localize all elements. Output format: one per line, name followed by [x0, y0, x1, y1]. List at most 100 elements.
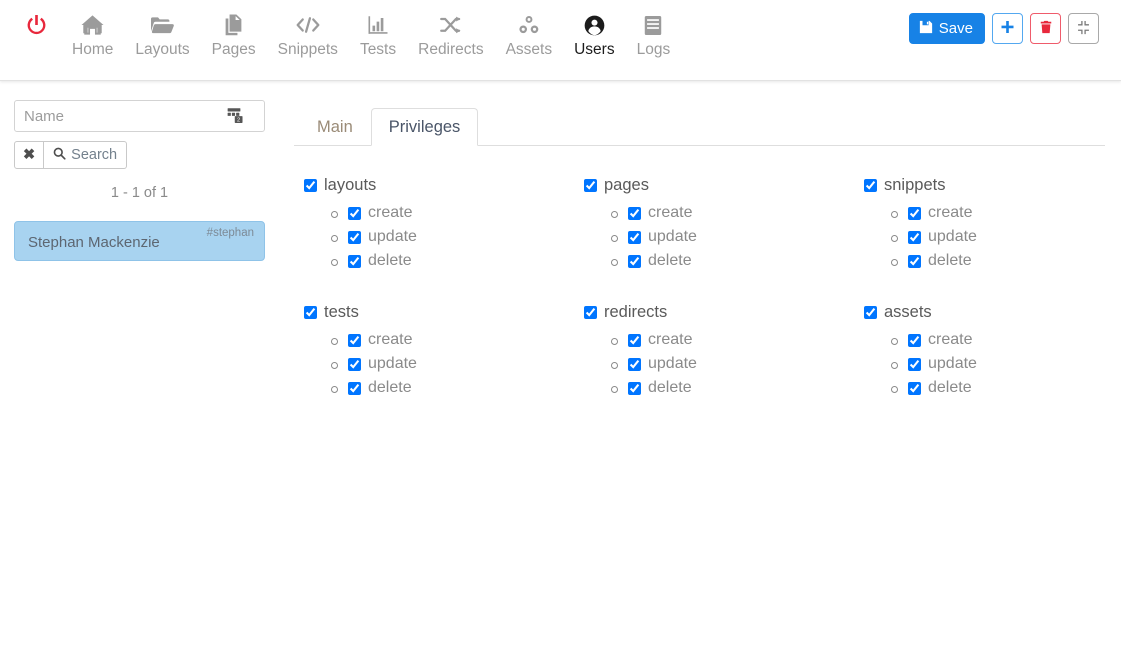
privilege-group-label: layouts — [324, 176, 376, 195]
nav-item-redirects[interactable]: Redirects — [407, 12, 494, 59]
checkbox-assets-delete[interactable] — [908, 382, 921, 395]
code-icon — [296, 12, 320, 38]
privilege-action-label: delete — [368, 379, 412, 397]
checkbox-tests[interactable] — [304, 306, 317, 319]
nav-item-logs[interactable]: Logs — [626, 12, 682, 59]
checkbox-assets-update[interactable] — [908, 358, 921, 371]
checkbox-snippets-delete[interactable] — [908, 255, 921, 268]
compress-button[interactable] — [1068, 13, 1099, 44]
cubes-icon — [518, 12, 540, 38]
checkbox-layouts-create[interactable] — [348, 207, 361, 220]
nav-item-label: Layouts — [135, 41, 189, 59]
search-input[interactable] — [14, 100, 265, 132]
privilege-action-label: create — [928, 331, 972, 349]
checkbox-tests-create[interactable] — [348, 334, 361, 347]
privilege-group-header: layouts — [304, 176, 584, 195]
list-item-tag: #stephan — [207, 227, 254, 239]
nav-item-tests[interactable]: Tests — [349, 12, 407, 59]
nav-item-snippets[interactable]: Snippets — [267, 12, 349, 59]
privilege-group-header: tests — [304, 303, 584, 322]
checkbox-redirects-update[interactable] — [628, 358, 641, 371]
privilege-action-label: delete — [928, 379, 972, 397]
nav-item-label: Redirects — [418, 41, 483, 59]
nav-item-label: Assets — [506, 41, 553, 59]
privilege-group-tests: tests createupdatedelete — [304, 303, 584, 400]
privilege-action-list: createupdatedelete — [304, 328, 584, 400]
checkbox-snippets-create[interactable] — [908, 207, 921, 220]
privilege-action-label: update — [928, 355, 977, 373]
page-body: 2 ✖ Search 1 - 1 of 1 Stephan Mackenzie#… — [0, 81, 1121, 648]
list-item: create — [606, 328, 864, 352]
list-item: create — [886, 328, 1105, 352]
privilege-group-header: redirects — [584, 303, 864, 322]
checkbox-pages[interactable] — [584, 179, 597, 192]
checkbox-snippets-update[interactable] — [908, 231, 921, 244]
clear-search-button[interactable]: ✖ — [14, 141, 44, 169]
checkbox-tests-delete[interactable] — [348, 382, 361, 395]
delete-button[interactable] — [1030, 13, 1061, 44]
checkbox-pages-create[interactable] — [628, 207, 641, 220]
checkbox-layouts[interactable] — [304, 179, 317, 192]
nav-item-label: Pages — [212, 41, 256, 59]
list-item-name: Stephan Mackenzie — [28, 234, 160, 251]
checkbox-assets-create[interactable] — [908, 334, 921, 347]
checkbox-pages-delete[interactable] — [628, 255, 641, 268]
privilege-group-label: pages — [604, 176, 649, 195]
checkbox-assets[interactable] — [864, 306, 877, 319]
nav-item-layouts[interactable]: Layouts — [124, 12, 200, 59]
checkbox-pages-update[interactable] — [628, 231, 641, 244]
list-item: delete — [886, 249, 1105, 273]
search-button[interactable]: Search — [44, 141, 127, 169]
privilege-group-redirects: redirects create updatedelete — [584, 303, 864, 400]
list-item: create — [606, 201, 864, 225]
list-item: delete — [326, 249, 584, 273]
privilege-group-label: snippets — [884, 176, 945, 195]
list-item: delete — [326, 376, 584, 400]
list-item: update — [606, 225, 864, 249]
privilege-action-label: delete — [928, 252, 972, 270]
nav-item-home[interactable]: Home — [61, 12, 124, 59]
list-item: create — [326, 201, 584, 225]
tab-main[interactable]: Main — [299, 108, 371, 147]
privilege-group-header: assets — [864, 303, 1105, 322]
checkbox-layouts-update[interactable] — [348, 231, 361, 244]
privilege-group-label: assets — [884, 303, 932, 322]
privilege-action-label: update — [928, 228, 977, 246]
nav-item-assets[interactable]: Assets — [495, 12, 564, 59]
checkbox-snippets[interactable] — [864, 179, 877, 192]
privilege-group-snippets: snippets create update delete — [864, 176, 1105, 273]
list-item: create — [326, 328, 584, 352]
list-item: update — [326, 225, 584, 249]
privilege-action-label: create — [928, 204, 972, 222]
list-item: update — [886, 225, 1105, 249]
nav-item-label: Users — [574, 41, 614, 59]
magnifier-icon — [53, 147, 66, 164]
add-button[interactable] — [992, 13, 1023, 44]
checkbox-redirects-delete[interactable] — [628, 382, 641, 395]
nav-item-power[interactable] — [22, 12, 61, 38]
list-item: delete — [606, 376, 864, 400]
trash-icon — [1039, 20, 1053, 37]
tab-privileges[interactable]: Privileges — [371, 108, 479, 147]
checkbox-redirects-create[interactable] — [628, 334, 641, 347]
privilege-group-header: pages — [584, 176, 864, 195]
privilege-action-list: create update delete — [864, 201, 1105, 273]
nav-item-users[interactable]: Users — [563, 12, 625, 59]
privilege-action-label: update — [368, 228, 417, 246]
folder-open-icon — [151, 12, 174, 38]
user-circle-icon — [584, 12, 605, 38]
checkbox-layouts-delete[interactable] — [348, 255, 361, 268]
list-item: create — [886, 201, 1105, 225]
checkbox-tests-update[interactable] — [348, 358, 361, 371]
list-item: update — [606, 352, 864, 376]
copy-files-icon — [223, 12, 244, 38]
search-button-label: Search — [71, 147, 117, 163]
nav-item-pages[interactable]: Pages — [201, 12, 267, 59]
save-button[interactable]: Save — [909, 13, 985, 44]
privilege-action-label: create — [648, 331, 692, 349]
checkbox-redirects[interactable] — [584, 306, 597, 319]
list-item[interactable]: Stephan Mackenzie #stephan — [14, 221, 265, 261]
plus-icon — [1000, 20, 1015, 38]
compress-icon — [1076, 20, 1091, 38]
privilege-action-list: createupdatedelete — [584, 201, 864, 273]
